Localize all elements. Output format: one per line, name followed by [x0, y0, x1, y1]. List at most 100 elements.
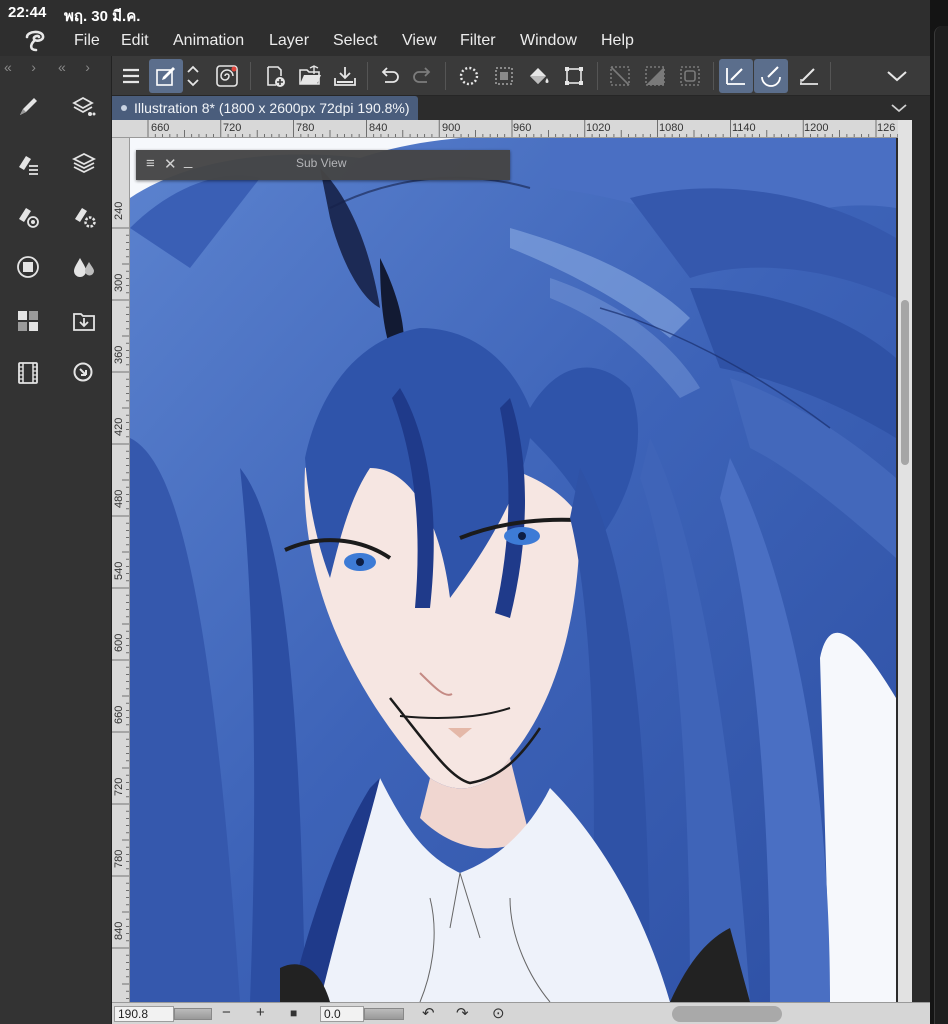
command-bar [112, 56, 930, 96]
menu-filter[interactable]: Filter [460, 32, 496, 50]
pen-tool-icon[interactable] [11, 90, 45, 124]
ruler-label: 840 [369, 122, 388, 134]
document-tab[interactable]: Illustration 8* (1800 x 2600px 72dpi 190… [112, 96, 418, 120]
redo-icon[interactable] [406, 59, 440, 93]
new-canvas-icon[interactable] [258, 59, 292, 93]
drawing-canvas[interactable] [130, 138, 896, 1002]
scroll-thumb[interactable] [901, 300, 909, 465]
document-tab-bar: Illustration 8* (1800 x 2600px 72dpi 190… [112, 96, 930, 120]
illustration-artwork [130, 138, 896, 1002]
menu-bar: File Edit Animation Layer Select View Fi… [0, 26, 930, 56]
hidden-palette-edge[interactable] [934, 26, 948, 1024]
ruler-label: 840 [113, 921, 125, 940]
menu-edit[interactable]: Edit [121, 32, 149, 50]
menu-select[interactable]: Select [333, 32, 377, 50]
ruler-snap-icon[interactable] [719, 59, 753, 93]
save-icon[interactable] [328, 59, 362, 93]
ruler-label: 360 [113, 345, 125, 364]
color-set-icon[interactable] [67, 250, 101, 284]
sub-tool-detail-icon[interactable] [67, 200, 101, 234]
zoom-value: 190.8 [118, 1007, 149, 1021]
menu-window[interactable]: Window [520, 32, 577, 50]
collapse-right-arrows-icon[interactable]: « › [58, 59, 90, 75]
separator [597, 62, 598, 90]
right-edge-panel [930, 0, 948, 1024]
select-all-icon[interactable] [487, 59, 521, 93]
collapse-chevron-icon[interactable] [880, 59, 914, 93]
expand-icon[interactable] [180, 59, 206, 93]
document-tab-title: Illustration 8* (1800 x 2600px 72dpi 190… [134, 100, 410, 116]
menu-animation[interactable]: Animation [173, 32, 244, 50]
ruler-label: 780 [296, 122, 315, 134]
vertical-ruler[interactable]: 240 300 360 420 480 540 600 660 720 780 … [112, 138, 130, 1002]
separator [713, 62, 714, 90]
zoom-out-button[interactable]: − [222, 1004, 231, 1021]
reset-rotation-icon[interactable]: ⊙ [492, 1004, 505, 1022]
fill-icon[interactable] [522, 59, 556, 93]
sub-view-title: Sub View [296, 156, 347, 170]
status-date: พฤ. 30 มี.ค. [64, 8, 141, 25]
minimize-icon[interactable]: _ [184, 152, 192, 169]
horizontal-scroll-thumb[interactable] [672, 1006, 782, 1022]
status-bar: 22:44 พฤ. 30 มี.ค. [0, 0, 948, 26]
rotation-value: 0.0 [324, 1007, 341, 1021]
fit-view-icon[interactable]: ■ [290, 1006, 297, 1020]
deselect-icon[interactable] [603, 59, 637, 93]
status-time: 22:44 [8, 4, 47, 21]
ruler-label: 960 [513, 122, 532, 134]
ruler-label: 1140 [732, 122, 756, 134]
horizontal-ruler[interactable]: 660 720 780 840 900 960 1020 1080 1140 1… [112, 120, 898, 138]
zoom-in-button[interactable]: + [256, 1004, 265, 1021]
edit-mode-icon[interactable] [149, 59, 183, 93]
ruler-label: 600 [113, 633, 125, 652]
transform-icon[interactable] [557, 59, 591, 93]
sub-view-menu-icon[interactable]: ≡ [146, 155, 155, 172]
curve-ruler-icon[interactable] [754, 59, 788, 93]
layer-icon[interactable] [67, 146, 101, 180]
navigator-icon[interactable] [11, 250, 45, 284]
import-icon[interactable] [67, 304, 101, 338]
ruler-label: 126 [877, 122, 896, 134]
search-layer-icon[interactable] [67, 356, 101, 390]
ruler-label: 1080 [659, 122, 684, 134]
clip-studio-logo-icon[interactable] [22, 28, 48, 54]
selection-border-icon[interactable] [673, 59, 707, 93]
canvas-status-bar: 190.8 − + ■ 0.0 ↶ ↷ ⊙ [112, 1002, 930, 1024]
ruler-label: 420 [113, 417, 125, 436]
rotate-left-icon[interactable]: ↶ [422, 1004, 435, 1022]
collapse-left-arrows-icon[interactable]: « › [4, 59, 36, 75]
menu-layer[interactable]: Layer [269, 32, 309, 50]
spiral-icon[interactable] [210, 59, 244, 93]
layer-property-icon[interactable] [67, 90, 101, 124]
rotate-right-icon[interactable]: ↷ [456, 1004, 469, 1022]
zoom-field[interactable]: 190.8 [114, 1006, 174, 1022]
separator [250, 62, 251, 90]
sub-tool-icon[interactable] [11, 146, 45, 180]
tool-property-icon[interactable] [11, 200, 45, 234]
lasso-selection-icon[interactable] [452, 59, 486, 93]
ruler-label: 780 [113, 849, 125, 868]
invert-selection-icon[interactable] [638, 59, 672, 93]
unsaved-dot-icon [121, 105, 127, 111]
undo-icon[interactable] [372, 59, 406, 93]
sub-view-panel[interactable]: ≡ ✕ _ Sub View [136, 150, 510, 180]
ruler-label: 900 [442, 122, 461, 134]
menu-help[interactable]: Help [601, 32, 634, 50]
vertical-scrollbar[interactable] [898, 120, 912, 1002]
rotation-slider[interactable] [364, 1008, 404, 1020]
special-ruler-icon[interactable] [792, 59, 826, 93]
left-tool-panel: « › « › [0, 56, 112, 1024]
menu-file[interactable]: File [74, 32, 100, 50]
material-icon[interactable] [11, 304, 45, 338]
close-icon[interactable]: ✕ [164, 155, 177, 173]
ruler-label: 720 [113, 777, 125, 796]
rotation-field[interactable]: 0.0 [320, 1006, 364, 1022]
menu-view[interactable]: View [402, 32, 436, 50]
menu-icon[interactable] [114, 59, 148, 93]
ruler-label: 240 [113, 201, 125, 220]
zoom-slider[interactable] [174, 1008, 212, 1020]
timeline-icon[interactable] [11, 356, 45, 390]
ruler-label: 300 [113, 273, 125, 292]
tab-list-chevron-icon[interactable] [888, 98, 910, 118]
open-folder-icon[interactable] [293, 59, 327, 93]
